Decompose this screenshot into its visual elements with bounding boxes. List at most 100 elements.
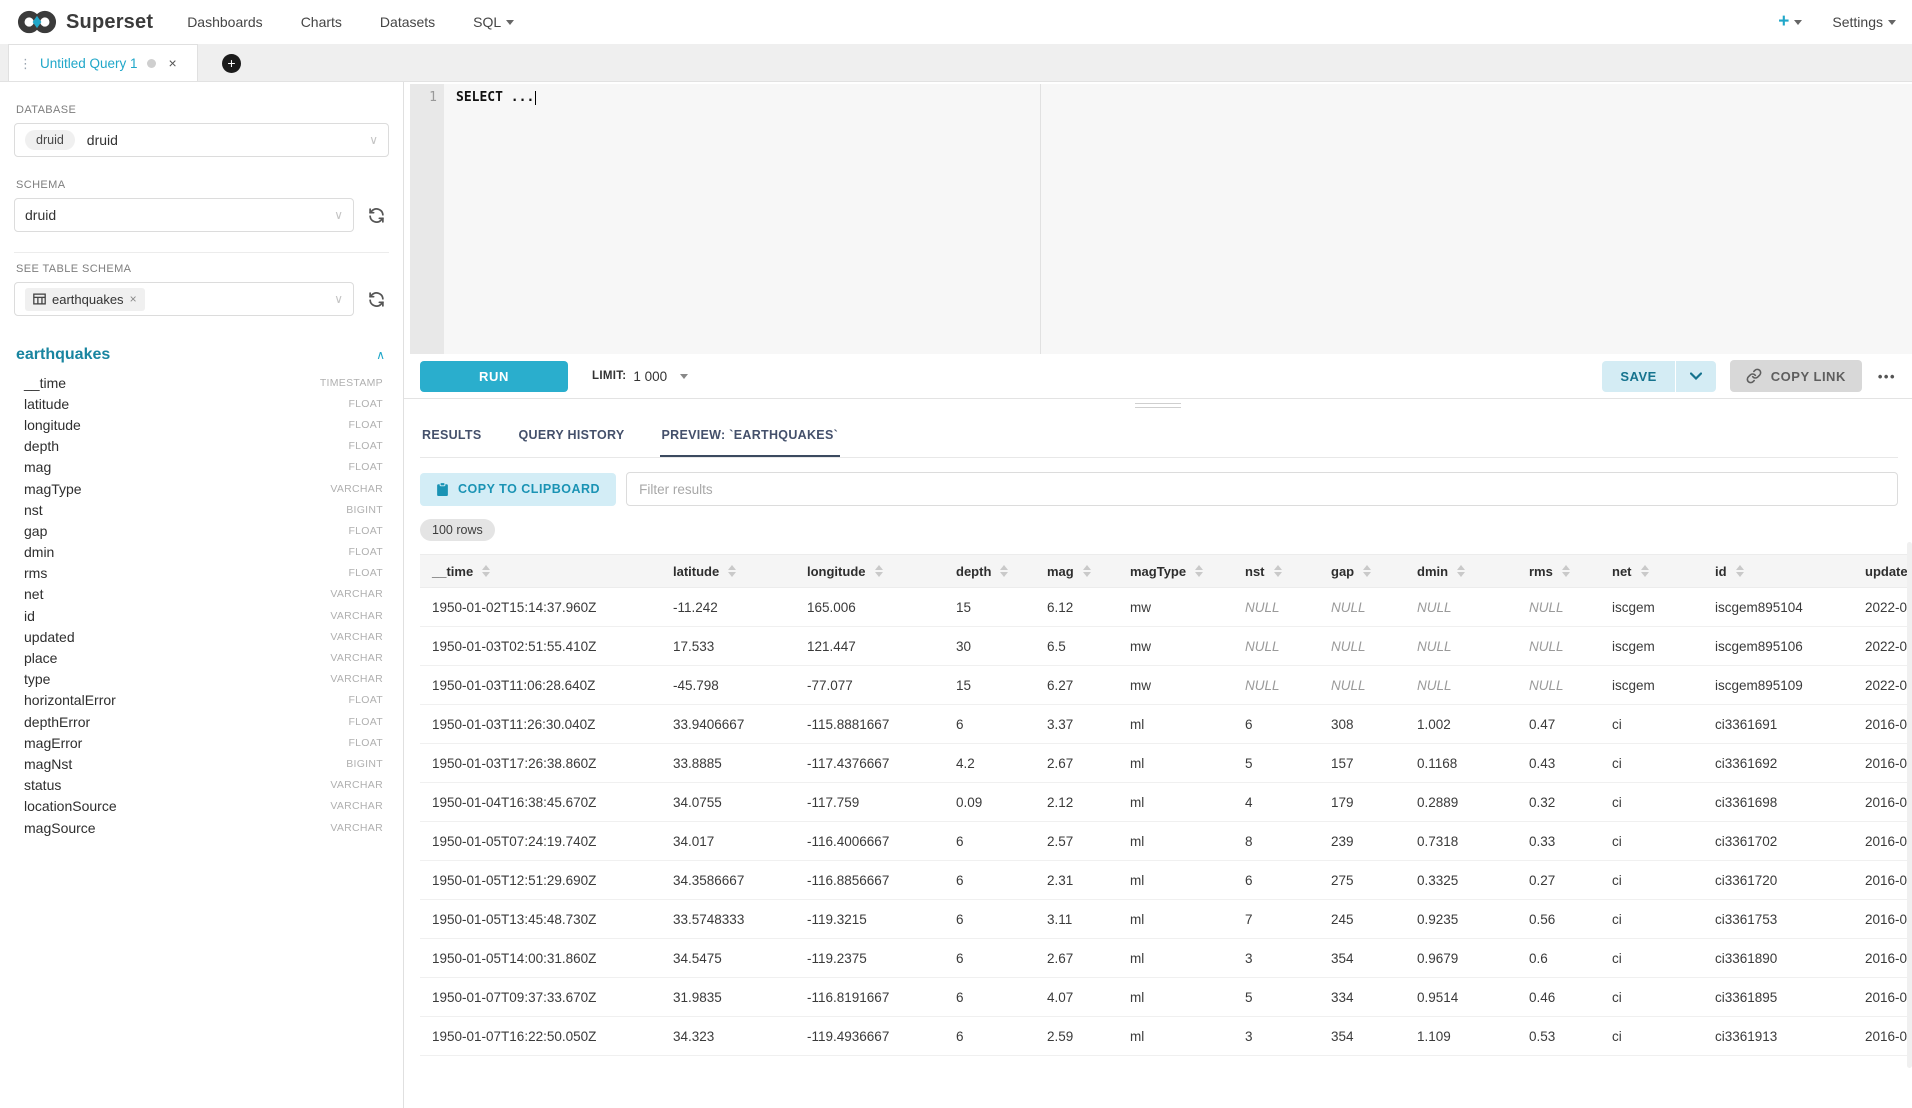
more-options-button[interactable]: ••• xyxy=(1876,365,1898,388)
table-select[interactable]: earthquakes × ∨ xyxy=(14,282,354,316)
sort-icon[interactable] xyxy=(1641,565,1649,578)
copy-link-button[interactable]: COPY LINK xyxy=(1730,360,1862,392)
column-header-longitude[interactable]: longitude xyxy=(797,555,946,588)
sort-icon[interactable] xyxy=(875,565,883,578)
schema-column-row[interactable]: idVARCHAR xyxy=(14,605,389,626)
schema-column-row[interactable]: dminFLOAT xyxy=(14,542,389,563)
table-cell: 33.8885 xyxy=(663,744,797,783)
schema-column-row[interactable]: horizontalErrorFLOAT xyxy=(14,690,389,711)
sort-icon[interactable] xyxy=(1457,565,1465,578)
column-header-rms[interactable]: rms xyxy=(1519,555,1602,588)
column-header-magType[interactable]: magType xyxy=(1120,555,1235,588)
refresh-schema-button[interactable] xyxy=(363,207,389,224)
table-cell: 2.31 xyxy=(1037,861,1120,900)
column-header-latitude[interactable]: latitude xyxy=(663,555,797,588)
limit-dropdown[interactable]: LIMIT: 1 000 xyxy=(592,369,688,384)
table-row[interactable]: 1950-01-04T16:38:45.670Z34.0755-117.7590… xyxy=(420,783,1912,822)
table-row[interactable]: 1950-01-03T11:26:30.040Z33.9406667-115.8… xyxy=(420,705,1912,744)
sort-icon[interactable] xyxy=(1083,565,1091,578)
save-query-button[interactable]: SAVE xyxy=(1602,361,1715,392)
sort-icon[interactable] xyxy=(1363,565,1371,578)
schema-column-row[interactable]: gapFLOAT xyxy=(14,520,389,541)
close-tab-icon[interactable]: × xyxy=(169,55,177,71)
add-tab-button[interactable]: + xyxy=(222,54,241,73)
collapse-chevron-icon[interactable]: ∧ xyxy=(376,348,385,362)
table-row[interactable]: 1950-01-07T16:22:50.050Z34.323-119.49366… xyxy=(420,1017,1912,1056)
nav-item-dashboards[interactable]: Dashboards xyxy=(187,14,263,30)
pane-splitter[interactable] xyxy=(404,398,1912,412)
run-query-button[interactable]: RUN xyxy=(420,361,568,392)
superset-logo[interactable]: Superset xyxy=(16,8,153,36)
schema-column-row[interactable]: magSourceVARCHAR xyxy=(14,817,389,838)
schema-column-row[interactable]: depthFLOAT xyxy=(14,436,389,457)
column-header-gap[interactable]: gap xyxy=(1321,555,1407,588)
database-select[interactable]: druid druid ∨ xyxy=(14,123,389,157)
sort-icon[interactable] xyxy=(1274,565,1282,578)
nav-item-charts[interactable]: Charts xyxy=(301,14,342,30)
column-header-updated[interactable]: updated xyxy=(1855,555,1912,588)
schema-column-row[interactable]: latitudeFLOAT xyxy=(14,393,389,414)
table-row[interactable]: 1950-01-07T09:37:33.670Z31.9835-116.8191… xyxy=(420,978,1912,1017)
schema-select[interactable]: druid ∨ xyxy=(14,198,354,232)
nav-item-datasets[interactable]: Datasets xyxy=(380,14,435,30)
column-header-id[interactable]: id xyxy=(1705,555,1855,588)
table-row[interactable]: 1950-01-05T12:51:29.690Z34.3586667-116.8… xyxy=(420,861,1912,900)
schema-column-row[interactable]: __timeTIMESTAMP xyxy=(14,372,389,393)
results-tab-results[interactable]: RESULTS xyxy=(420,416,484,457)
sort-icon[interactable] xyxy=(728,565,736,578)
schema-column-row[interactable]: depthErrorFLOAT xyxy=(14,711,389,732)
sort-icon[interactable] xyxy=(1195,565,1203,578)
schema-column-row[interactable]: placeVARCHAR xyxy=(14,647,389,668)
table-row[interactable]: 1950-01-05T14:00:31.860Z34.5475-119.2375… xyxy=(420,939,1912,978)
column-header-dmin[interactable]: dmin xyxy=(1407,555,1519,588)
schema-column-row[interactable]: rmsFLOAT xyxy=(14,563,389,584)
sort-icon[interactable] xyxy=(1000,565,1008,578)
schema-column-row[interactable]: netVARCHAR xyxy=(14,584,389,605)
schema-column-row[interactable]: nstBIGINT xyxy=(14,499,389,520)
sort-icon[interactable] xyxy=(1562,565,1570,578)
schema-column-row[interactable]: magNstBIGINT xyxy=(14,753,389,774)
query-tab-active[interactable]: ⋮ Untitled Query 1 × xyxy=(8,44,198,81)
table-row[interactable]: 1950-01-03T11:06:28.640Z-45.798-77.07715… xyxy=(420,666,1912,705)
table-name-heading[interactable]: earthquakes xyxy=(16,346,110,364)
column-header-nst[interactable]: nst xyxy=(1235,555,1321,588)
column-header-mag[interactable]: mag xyxy=(1037,555,1120,588)
table-cell: 15 xyxy=(946,666,1037,705)
column-header-__time[interactable]: __time xyxy=(420,555,663,588)
column-header-net[interactable]: net xyxy=(1602,555,1705,588)
text-cursor xyxy=(535,91,536,105)
filter-results-input[interactable] xyxy=(626,472,1898,506)
schema-column-row[interactable]: magErrorFLOAT xyxy=(14,732,389,753)
copy-to-clipboard-button[interactable]: COPY TO CLIPBOARD xyxy=(420,473,616,506)
table-row[interactable]: 1950-01-03T02:51:55.410Z17.533121.447306… xyxy=(420,627,1912,666)
results-scrollbar[interactable] xyxy=(1907,542,1912,1068)
limit-value: 1 000 xyxy=(633,369,667,384)
results-tab-preview[interactable]: PREVIEW: `EARTHQUAKES` xyxy=(660,416,841,457)
settings-menu[interactable]: Settings xyxy=(1832,14,1896,30)
table-row[interactable]: 1950-01-05T07:24:19.740Z34.017-116.40066… xyxy=(420,822,1912,861)
save-options-button[interactable] xyxy=(1676,361,1716,392)
schema-column-row[interactable]: longitudeFLOAT xyxy=(14,414,389,435)
drag-handle-icon[interactable]: ⋮ xyxy=(19,57,31,70)
schema-column-row[interactable]: typeVARCHAR xyxy=(14,669,389,690)
remove-table-icon[interactable]: × xyxy=(130,292,137,306)
schema-column-row[interactable]: locationSourceVARCHAR xyxy=(14,796,389,817)
schema-column-row[interactable]: magTypeVARCHAR xyxy=(14,478,389,499)
sql-code-editor[interactable]: 1 SELECT ... xyxy=(410,84,1912,354)
results-tab-query-history[interactable]: QUERY HISTORY xyxy=(517,416,627,457)
table-row[interactable]: 1950-01-05T13:45:48.730Z33.5748333-119.3… xyxy=(420,900,1912,939)
splitter-handle-icon[interactable] xyxy=(1135,403,1181,411)
new-item-button[interactable]: + xyxy=(1778,11,1802,33)
sort-icon[interactable] xyxy=(1736,565,1744,578)
schema-column-row[interactable]: magFLOAT xyxy=(14,457,389,478)
table-row[interactable]: 1950-01-02T15:14:37.960Z-11.242165.00615… xyxy=(420,588,1912,627)
table-row[interactable]: 1950-01-03T17:26:38.860Z33.8885-117.4376… xyxy=(420,744,1912,783)
column-header-depth[interactable]: depth xyxy=(946,555,1037,588)
table-cell: -116.4006667 xyxy=(797,822,946,861)
sort-icon[interactable] xyxy=(482,565,490,578)
refresh-tables-button[interactable] xyxy=(363,291,389,308)
schema-column-row[interactable]: statusVARCHAR xyxy=(14,775,389,796)
schema-column-row[interactable]: updatedVARCHAR xyxy=(14,626,389,647)
nav-item-sql[interactable]: SQL xyxy=(473,14,514,30)
table-cell: 0.46 xyxy=(1519,978,1602,1017)
